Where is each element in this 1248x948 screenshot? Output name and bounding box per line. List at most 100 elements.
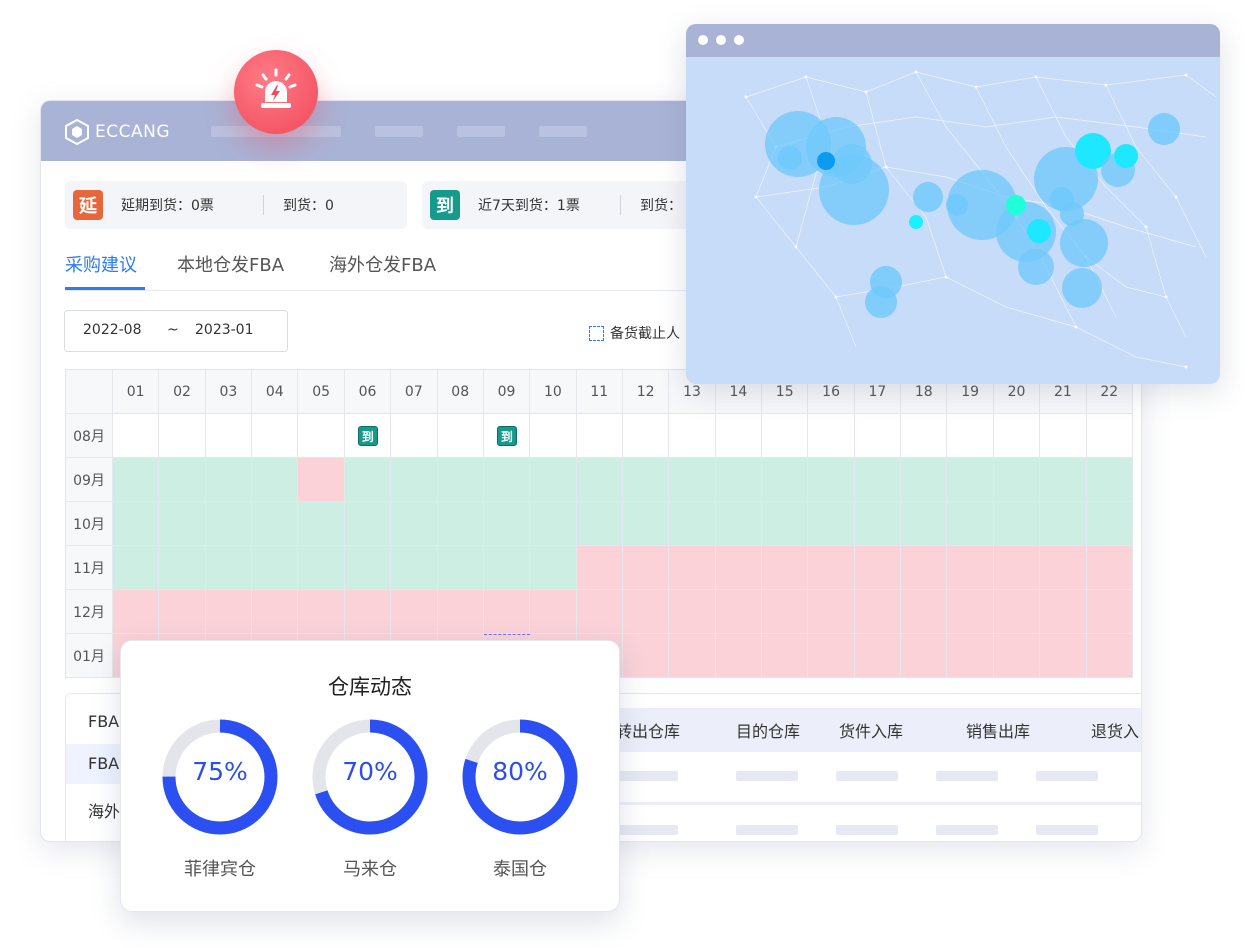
calendar-cell[interactable] bbox=[622, 502, 670, 546]
tab-local-fba[interactable]: 本地仓发FBA bbox=[177, 251, 284, 277]
calendar-cell[interactable] bbox=[159, 458, 206, 502]
calendar-cell[interactable] bbox=[854, 590, 902, 634]
calendar-cell[interactable] bbox=[808, 414, 855, 458]
nav-item-placeholder[interactable] bbox=[375, 126, 423, 137]
calendar-cell[interactable] bbox=[252, 414, 299, 458]
calendar-cell[interactable] bbox=[1040, 458, 1087, 502]
tab-purchase-suggestion[interactable]: 采购建议 bbox=[65, 251, 137, 277]
calendar-cell[interactable] bbox=[715, 590, 763, 634]
calendar-cell[interactable] bbox=[993, 458, 1041, 502]
calendar-cell[interactable] bbox=[205, 590, 253, 634]
calendar-cell[interactable] bbox=[530, 458, 577, 502]
calendar-cell[interactable] bbox=[159, 590, 206, 634]
calendar-cell[interactable] bbox=[808, 590, 855, 634]
calendar-cell[interactable] bbox=[437, 502, 484, 546]
window-dot[interactable] bbox=[698, 35, 708, 45]
calendar-cell[interactable] bbox=[252, 546, 299, 590]
calendar-cell[interactable] bbox=[993, 502, 1041, 546]
calendar-cell[interactable] bbox=[947, 546, 994, 590]
delayed-status-card[interactable]: 延 延期到货：0票 到货：0 bbox=[65, 181, 407, 229]
calendar-cell[interactable] bbox=[762, 414, 809, 458]
calendar-cell[interactable] bbox=[530, 414, 577, 458]
calendar-cell[interactable] bbox=[715, 414, 763, 458]
calendar-cell[interactable] bbox=[205, 458, 253, 502]
calendar-cell[interactable] bbox=[205, 414, 253, 458]
calendar-cell[interactable] bbox=[252, 502, 299, 546]
column-header[interactable]: 退货入 bbox=[1091, 718, 1139, 742]
calendar-cell[interactable] bbox=[808, 634, 855, 678]
calendar-cell[interactable] bbox=[993, 546, 1041, 590]
calendar-cell[interactable] bbox=[715, 458, 763, 502]
calendar-cell[interactable] bbox=[205, 546, 253, 590]
calendar-cell[interactable] bbox=[1040, 414, 1087, 458]
calendar-cell[interactable] bbox=[1086, 546, 1133, 590]
calendar-cell[interactable] bbox=[344, 590, 392, 634]
calendar-cell[interactable] bbox=[344, 502, 392, 546]
calendar-cell[interactable] bbox=[530, 546, 577, 590]
column-header[interactable]: 转出仓库 bbox=[616, 718, 680, 742]
column-header[interactable]: 货件入库 bbox=[839, 718, 903, 742]
calendar-cell[interactable] bbox=[576, 458, 623, 502]
calendar-cell[interactable] bbox=[901, 414, 948, 458]
calendar-cell[interactable] bbox=[483, 458, 531, 502]
calendar-cell[interactable] bbox=[622, 546, 670, 590]
calendar-cell[interactable] bbox=[344, 546, 392, 590]
calendar-cell[interactable] bbox=[762, 502, 809, 546]
window-dot[interactable] bbox=[734, 35, 744, 45]
calendar-cell[interactable] bbox=[715, 502, 763, 546]
arrival-marker[interactable]: 到 bbox=[496, 426, 517, 446]
arrival-marker[interactable]: 到 bbox=[357, 426, 378, 446]
warehouse-ring[interactable]: 70% bbox=[310, 717, 430, 837]
calendar-cell[interactable] bbox=[483, 590, 531, 634]
calendar-cell[interactable] bbox=[530, 502, 577, 546]
column-header[interactable]: 目的仓库 bbox=[736, 718, 800, 742]
brand-logo[interactable]: ECCANG bbox=[65, 119, 170, 145]
calendar-cell[interactable] bbox=[669, 414, 716, 458]
calendar-cell[interactable] bbox=[252, 458, 299, 502]
selected-cell-outline[interactable] bbox=[483, 634, 531, 637]
calendar-cell[interactable] bbox=[669, 546, 716, 590]
calendar-cell[interactable] bbox=[669, 634, 716, 678]
calendar-cell[interactable] bbox=[808, 458, 855, 502]
calendar-cell[interactable] bbox=[762, 590, 809, 634]
calendar-cell[interactable] bbox=[715, 546, 763, 590]
calendar-cell[interactable] bbox=[252, 590, 299, 634]
calendar-cell[interactable] bbox=[901, 502, 948, 546]
calendar-cell[interactable] bbox=[530, 590, 577, 634]
calendar-cell[interactable] bbox=[901, 634, 948, 678]
calendar-cell[interactable] bbox=[437, 590, 484, 634]
calendar-cell[interactable] bbox=[808, 546, 855, 590]
calendar-cell[interactable] bbox=[669, 502, 716, 546]
calendar-cell[interactable] bbox=[113, 502, 160, 546]
calendar-cell[interactable] bbox=[762, 634, 809, 678]
calendar-cell[interactable] bbox=[159, 502, 206, 546]
warehouse-ring[interactable]: 80% bbox=[460, 717, 580, 837]
date-range-picker[interactable]: 2022-08 ~ 2023-01 bbox=[64, 310, 288, 352]
calendar-cell[interactable] bbox=[622, 414, 670, 458]
calendar-cell[interactable] bbox=[576, 546, 623, 590]
calendar-cell[interactable] bbox=[901, 546, 948, 590]
calendar-cell[interactable] bbox=[391, 546, 438, 590]
window-dot[interactable] bbox=[716, 35, 726, 45]
calendar-cell[interactable] bbox=[947, 414, 994, 458]
calendar-cell[interactable] bbox=[437, 546, 484, 590]
warehouse-ring[interactable]: 75% bbox=[160, 717, 280, 837]
nav-item-placeholder[interactable] bbox=[539, 126, 587, 137]
calendar-cell[interactable] bbox=[298, 546, 345, 590]
calendar-cell[interactable] bbox=[576, 590, 623, 634]
calendar-cell[interactable] bbox=[113, 590, 160, 634]
calendar-cell[interactable] bbox=[159, 414, 206, 458]
calendar-cell[interactable] bbox=[715, 634, 763, 678]
calendar-cell[interactable] bbox=[298, 414, 345, 458]
calendar-cell[interactable] bbox=[854, 414, 902, 458]
calendar-cell[interactable] bbox=[344, 458, 392, 502]
calendar-cell[interactable] bbox=[947, 634, 994, 678]
calendar-cell[interactable] bbox=[1086, 634, 1133, 678]
calendar-cell[interactable] bbox=[854, 546, 902, 590]
calendar-cell[interactable] bbox=[113, 414, 160, 458]
calendar-cell[interactable] bbox=[669, 458, 716, 502]
calendar-cell[interactable] bbox=[622, 458, 670, 502]
calendar-cell[interactable] bbox=[391, 502, 438, 546]
calendar-cell[interactable] bbox=[901, 590, 948, 634]
calendar-cell[interactable] bbox=[1086, 458, 1133, 502]
